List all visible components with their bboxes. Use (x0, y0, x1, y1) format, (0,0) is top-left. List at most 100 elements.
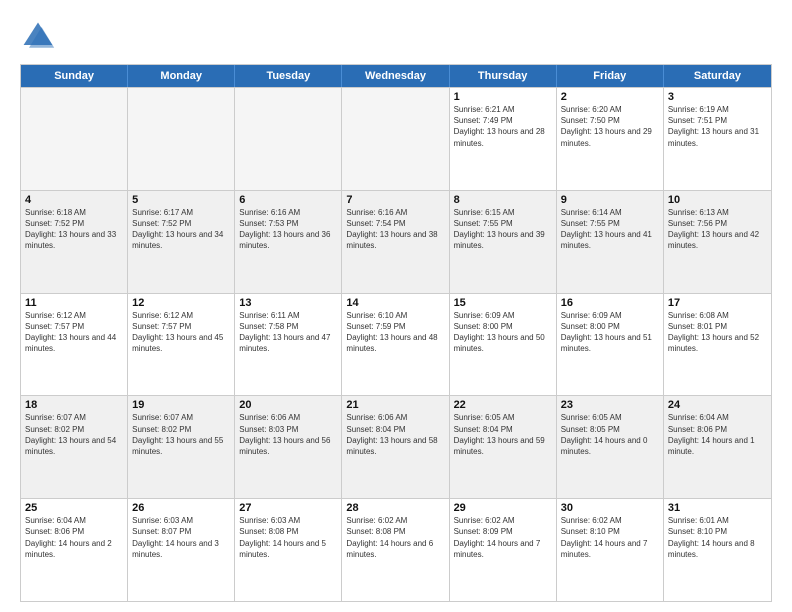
day-info: Sunrise: 6:06 AMSunset: 8:04 PMDaylight:… (346, 412, 444, 457)
calendar-cell-day-21: 21Sunrise: 6:06 AMSunset: 8:04 PMDayligh… (342, 396, 449, 498)
day-info: Sunrise: 6:07 AMSunset: 8:02 PMDaylight:… (25, 412, 123, 457)
day-info: Sunrise: 6:05 AMSunset: 8:04 PMDaylight:… (454, 412, 552, 457)
day-info: Sunrise: 6:20 AMSunset: 7:50 PMDaylight:… (561, 104, 659, 149)
day-number: 29 (454, 502, 552, 514)
day-info: Sunrise: 6:02 AMSunset: 8:09 PMDaylight:… (454, 515, 552, 560)
calendar-cell-day-7: 7Sunrise: 6:16 AMSunset: 7:54 PMDaylight… (342, 191, 449, 293)
day-number: 22 (454, 399, 552, 411)
weekday-header-tuesday: Tuesday (235, 65, 342, 87)
day-info: Sunrise: 6:08 AMSunset: 8:01 PMDaylight:… (668, 310, 767, 355)
day-number: 8 (454, 194, 552, 206)
calendar-cell-day-17: 17Sunrise: 6:08 AMSunset: 8:01 PMDayligh… (664, 294, 771, 396)
day-info: Sunrise: 6:17 AMSunset: 7:52 PMDaylight:… (132, 207, 230, 252)
day-info: Sunrise: 6:04 AMSunset: 8:06 PMDaylight:… (25, 515, 123, 560)
day-number: 3 (668, 91, 767, 103)
calendar-cell-day-18: 18Sunrise: 6:07 AMSunset: 8:02 PMDayligh… (21, 396, 128, 498)
day-number: 30 (561, 502, 659, 514)
calendar-cell-day-23: 23Sunrise: 6:05 AMSunset: 8:05 PMDayligh… (557, 396, 664, 498)
day-number: 6 (239, 194, 337, 206)
calendar-cell-day-15: 15Sunrise: 6:09 AMSunset: 8:00 PMDayligh… (450, 294, 557, 396)
day-number: 19 (132, 399, 230, 411)
day-number: 4 (25, 194, 123, 206)
calendar-cell-day-1: 1Sunrise: 6:21 AMSunset: 7:49 PMDaylight… (450, 88, 557, 190)
weekday-header-wednesday: Wednesday (342, 65, 449, 87)
day-info: Sunrise: 6:13 AMSunset: 7:56 PMDaylight:… (668, 207, 767, 252)
calendar-cell-day-11: 11Sunrise: 6:12 AMSunset: 7:57 PMDayligh… (21, 294, 128, 396)
day-info: Sunrise: 6:11 AMSunset: 7:58 PMDaylight:… (239, 310, 337, 355)
day-number: 21 (346, 399, 444, 411)
calendar-cell-day-13: 13Sunrise: 6:11 AMSunset: 7:58 PMDayligh… (235, 294, 342, 396)
calendar-body: 1Sunrise: 6:21 AMSunset: 7:49 PMDaylight… (21, 87, 771, 601)
day-info: Sunrise: 6:16 AMSunset: 7:53 PMDaylight:… (239, 207, 337, 252)
calendar-cell-empty (21, 88, 128, 190)
calendar-cell-day-10: 10Sunrise: 6:13 AMSunset: 7:56 PMDayligh… (664, 191, 771, 293)
calendar-cell-day-30: 30Sunrise: 6:02 AMSunset: 8:10 PMDayligh… (557, 499, 664, 601)
day-info: Sunrise: 6:09 AMSunset: 8:00 PMDaylight:… (454, 310, 552, 355)
calendar: SundayMondayTuesdayWednesdayThursdayFrid… (20, 64, 772, 602)
logo-icon (20, 18, 56, 54)
calendar-cell-day-26: 26Sunrise: 6:03 AMSunset: 8:07 PMDayligh… (128, 499, 235, 601)
day-info: Sunrise: 6:07 AMSunset: 8:02 PMDaylight:… (132, 412, 230, 457)
day-number: 17 (668, 297, 767, 309)
day-info: Sunrise: 6:06 AMSunset: 8:03 PMDaylight:… (239, 412, 337, 457)
calendar-cell-empty (128, 88, 235, 190)
day-number: 7 (346, 194, 444, 206)
calendar-cell-empty (342, 88, 449, 190)
calendar-header: SundayMondayTuesdayWednesdayThursdayFrid… (21, 65, 771, 87)
weekday-header-thursday: Thursday (450, 65, 557, 87)
day-number: 16 (561, 297, 659, 309)
day-info: Sunrise: 6:09 AMSunset: 8:00 PMDaylight:… (561, 310, 659, 355)
calendar-row-5: 25Sunrise: 6:04 AMSunset: 8:06 PMDayligh… (21, 498, 771, 601)
calendar-cell-day-25: 25Sunrise: 6:04 AMSunset: 8:06 PMDayligh… (21, 499, 128, 601)
day-number: 20 (239, 399, 337, 411)
day-info: Sunrise: 6:03 AMSunset: 8:08 PMDaylight:… (239, 515, 337, 560)
calendar-cell-day-12: 12Sunrise: 6:12 AMSunset: 7:57 PMDayligh… (128, 294, 235, 396)
day-info: Sunrise: 6:15 AMSunset: 7:55 PMDaylight:… (454, 207, 552, 252)
day-number: 23 (561, 399, 659, 411)
calendar-cell-day-29: 29Sunrise: 6:02 AMSunset: 8:09 PMDayligh… (450, 499, 557, 601)
day-number: 11 (25, 297, 123, 309)
calendar-cell-day-3: 3Sunrise: 6:19 AMSunset: 7:51 PMDaylight… (664, 88, 771, 190)
weekday-header-sunday: Sunday (21, 65, 128, 87)
calendar-cell-day-4: 4Sunrise: 6:18 AMSunset: 7:52 PMDaylight… (21, 191, 128, 293)
calendar-cell-day-24: 24Sunrise: 6:04 AMSunset: 8:06 PMDayligh… (664, 396, 771, 498)
day-number: 9 (561, 194, 659, 206)
day-info: Sunrise: 6:12 AMSunset: 7:57 PMDaylight:… (25, 310, 123, 355)
day-info: Sunrise: 6:21 AMSunset: 7:49 PMDaylight:… (454, 104, 552, 149)
calendar-cell-day-14: 14Sunrise: 6:10 AMSunset: 7:59 PMDayligh… (342, 294, 449, 396)
calendar-cell-day-8: 8Sunrise: 6:15 AMSunset: 7:55 PMDaylight… (450, 191, 557, 293)
day-number: 2 (561, 91, 659, 103)
day-number: 1 (454, 91, 552, 103)
header (20, 18, 772, 54)
day-info: Sunrise: 6:16 AMSunset: 7:54 PMDaylight:… (346, 207, 444, 252)
day-number: 25 (25, 502, 123, 514)
day-number: 18 (25, 399, 123, 411)
day-info: Sunrise: 6:19 AMSunset: 7:51 PMDaylight:… (668, 104, 767, 149)
day-number: 24 (668, 399, 767, 411)
day-info: Sunrise: 6:10 AMSunset: 7:59 PMDaylight:… (346, 310, 444, 355)
day-number: 15 (454, 297, 552, 309)
day-number: 13 (239, 297, 337, 309)
day-info: Sunrise: 6:12 AMSunset: 7:57 PMDaylight:… (132, 310, 230, 355)
calendar-cell-day-9: 9Sunrise: 6:14 AMSunset: 7:55 PMDaylight… (557, 191, 664, 293)
calendar-cell-day-6: 6Sunrise: 6:16 AMSunset: 7:53 PMDaylight… (235, 191, 342, 293)
calendar-cell-day-20: 20Sunrise: 6:06 AMSunset: 8:03 PMDayligh… (235, 396, 342, 498)
day-number: 12 (132, 297, 230, 309)
weekday-header-monday: Monday (128, 65, 235, 87)
page: SundayMondayTuesdayWednesdayThursdayFrid… (0, 0, 792, 612)
calendar-cell-day-27: 27Sunrise: 6:03 AMSunset: 8:08 PMDayligh… (235, 499, 342, 601)
weekday-header-friday: Friday (557, 65, 664, 87)
day-number: 26 (132, 502, 230, 514)
calendar-cell-day-5: 5Sunrise: 6:17 AMSunset: 7:52 PMDaylight… (128, 191, 235, 293)
day-info: Sunrise: 6:05 AMSunset: 8:05 PMDaylight:… (561, 412, 659, 457)
calendar-row-3: 11Sunrise: 6:12 AMSunset: 7:57 PMDayligh… (21, 293, 771, 396)
day-number: 27 (239, 502, 337, 514)
calendar-cell-day-31: 31Sunrise: 6:01 AMSunset: 8:10 PMDayligh… (664, 499, 771, 601)
day-number: 31 (668, 502, 767, 514)
logo (20, 18, 62, 54)
day-number: 28 (346, 502, 444, 514)
day-info: Sunrise: 6:04 AMSunset: 8:06 PMDaylight:… (668, 412, 767, 457)
calendar-cell-day-19: 19Sunrise: 6:07 AMSunset: 8:02 PMDayligh… (128, 396, 235, 498)
calendar-row-1: 1Sunrise: 6:21 AMSunset: 7:49 PMDaylight… (21, 87, 771, 190)
day-info: Sunrise: 6:03 AMSunset: 8:07 PMDaylight:… (132, 515, 230, 560)
